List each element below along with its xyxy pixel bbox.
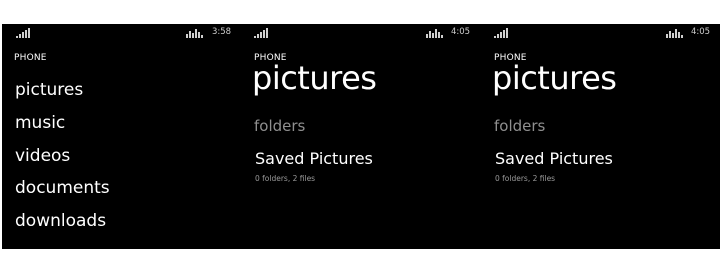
signal-icon — [494, 28, 508, 38]
wifi-icon — [426, 29, 443, 38]
folder-item-meta: 0 folders, 2 files — [495, 174, 556, 183]
page-title: pictures — [492, 59, 617, 97]
location-label: PHONE — [14, 53, 47, 63]
wifi-icon — [186, 29, 203, 38]
section-header-folders: folders — [494, 117, 546, 135]
folder-item-saved-pictures[interactable]: Saved Pictures — [255, 149, 373, 168]
status-time: 3:58 — [212, 27, 232, 37]
menu-item-pictures[interactable]: pictures — [15, 80, 83, 100]
status-time: 4:05 — [451, 27, 471, 37]
phone-screen-root: 3:58 PHONE pictures music videos documen… — [2, 24, 242, 249]
page-title: pictures — [252, 59, 377, 97]
phone-screen-pictures: 4:05 PHONE pictures folders Saved Pictur… — [240, 24, 480, 249]
status-bar: 4:05 — [240, 24, 480, 42]
section-header-folders: folders — [254, 117, 306, 135]
folder-item-meta: 0 folders, 2 files — [255, 174, 316, 183]
signal-icon — [16, 28, 30, 38]
status-time: 4:05 — [691, 27, 711, 37]
phone-screen-pictures-2: 4:05 PHONE pictures folders Saved Pictur… — [480, 24, 720, 249]
status-bar: 3:58 — [2, 24, 242, 42]
menu-item-documents[interactable]: documents — [15, 178, 110, 198]
status-bar: 4:05 — [480, 24, 720, 42]
menu-item-music[interactable]: music — [15, 113, 65, 133]
menu-item-videos[interactable]: videos — [15, 146, 70, 166]
wifi-icon — [666, 29, 683, 38]
signal-icon — [254, 28, 268, 38]
menu-item-downloads[interactable]: downloads — [15, 211, 106, 231]
folder-item-saved-pictures[interactable]: Saved Pictures — [495, 149, 613, 168]
